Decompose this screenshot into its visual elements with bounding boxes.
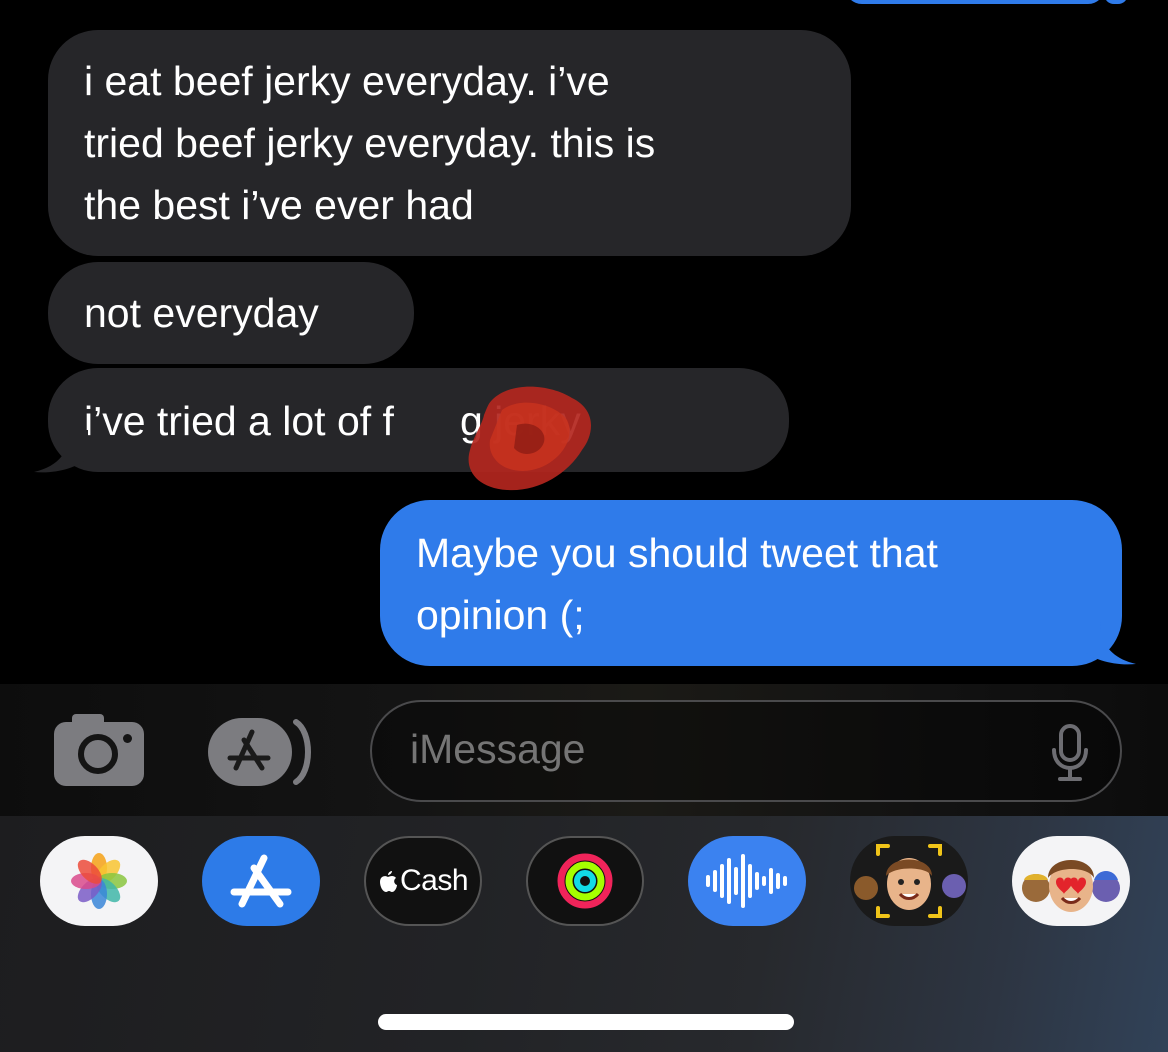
- camera-flash-dot: [123, 734, 132, 743]
- message-line: opinion (;: [416, 592, 585, 638]
- memoji-camera-icon: [854, 844, 966, 918]
- message-input[interactable]: [410, 726, 1010, 773]
- cash-text: Cash: [399, 864, 469, 897]
- waveform-icon: [706, 854, 787, 908]
- app-store-icon: [230, 854, 292, 908]
- memoji-stickers-icon: [1022, 860, 1120, 912]
- sent-bubble-tail: [1082, 622, 1136, 665]
- received-bubble-tail: [34, 430, 88, 473]
- camera-icon-bump: [72, 714, 104, 726]
- camera-button[interactable]: [54, 714, 144, 786]
- message-line: i eat beef jerky everyday. i’ve: [84, 58, 610, 104]
- camera-icon: [78, 734, 118, 774]
- app-store-app-button[interactable]: [202, 836, 320, 926]
- photos-icon: [71, 853, 127, 909]
- received-message-bubble[interactable]: i’ve tried a lot of fg jerky: [48, 368, 789, 472]
- previous-sent-bubble-tail: [1104, 0, 1128, 4]
- received-message-bubble[interactable]: i eat beef jerky everyday. i’ve tried be…: [48, 30, 851, 256]
- microphone-icon[interactable]: [1050, 724, 1090, 782]
- apple-logo-icon: [379, 871, 397, 892]
- message-line: i’ve tried a lot of fg jerky: [84, 390, 753, 452]
- message-line: Maybe you should tweet that: [416, 530, 938, 576]
- audio-message-app-button[interactable]: [688, 836, 806, 926]
- received-message-bubble[interactable]: not everyday: [48, 262, 414, 364]
- sent-message-bubble[interactable]: Maybe you should tweet that opinion (;: [380, 500, 1122, 666]
- app-store-apps-button[interactable]: [208, 716, 320, 788]
- home-indicator[interactable]: [378, 1014, 794, 1030]
- message-line: tried beef jerky everyday. this is: [84, 120, 656, 166]
- activity-rings-icon: [557, 853, 613, 909]
- censor-scribble: [468, 386, 592, 491]
- photos-app-button[interactable]: [40, 836, 158, 926]
- message-text-part: i’ve tried a lot of f: [84, 398, 394, 444]
- previous-sent-bubble: [845, 0, 1105, 4]
- memoji-stickers-app-button[interactable]: [1012, 836, 1130, 926]
- imessage-input-field[interactable]: [370, 700, 1122, 802]
- message-line: the best i’ve ever had: [84, 182, 474, 228]
- message-line: not everyday: [84, 290, 319, 336]
- activity-app-button[interactable]: [526, 836, 644, 926]
- memoji-camera-app-button[interactable]: [850, 836, 968, 926]
- apple-cash-app-button[interactable]: Cash: [364, 836, 482, 926]
- apple-cash-label: Cash: [366, 838, 480, 924]
